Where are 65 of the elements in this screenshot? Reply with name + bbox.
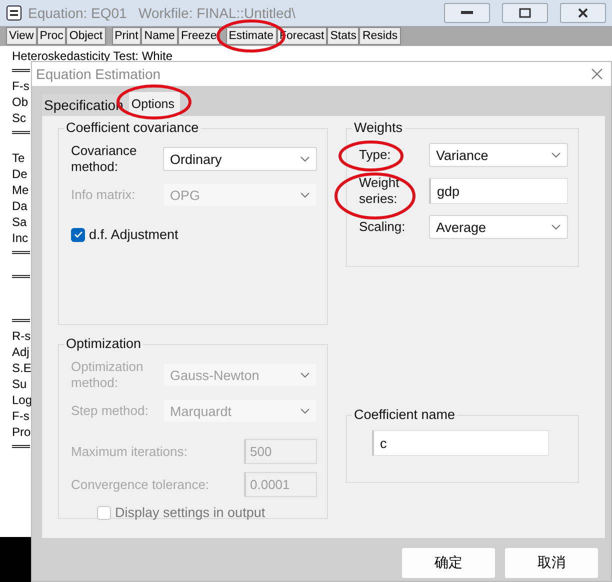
group-title: Coefficient name: [352, 407, 458, 422]
toolbar-button[interactable]: View: [6, 27, 37, 45]
minimize-icon: [461, 11, 473, 15]
dialog-button[interactable]: 确定: [401, 547, 496, 579]
close-icon: [577, 7, 589, 19]
output-text: Log: [12, 392, 32, 408]
chevron-icon: [551, 152, 561, 158]
output-text: R-s: [12, 328, 31, 344]
toolbar-button[interactable]: Freeze: [178, 27, 220, 45]
dropdown[interactable]: Average: [429, 215, 568, 239]
toolbar-button[interactable]: Print: [112, 27, 142, 45]
output-text: Da: [12, 198, 28, 214]
chevron-icon: [300, 372, 310, 378]
output-text: Te: [12, 150, 25, 166]
output-text: De: [12, 166, 28, 182]
tab[interactable]: Options: [129, 92, 180, 116]
field-label: Covariance method:: [71, 143, 138, 175]
toolbar-button[interactable]: Estimate: [226, 27, 277, 45]
toolbar-button[interactable]: Stats: [327, 27, 360, 45]
field-label: Type:: [359, 147, 392, 163]
toolbar-button[interactable]: Resids: [359, 27, 401, 45]
toolbar-button[interactable]: Proc: [36, 27, 66, 45]
field-label: Scaling:: [359, 219, 406, 235]
output-text: S.E: [12, 360, 32, 376]
output-text: Ob: [12, 94, 28, 110]
output-text: Heteroskedasticity Test: White: [12, 48, 173, 64]
output-text: Inc: [12, 230, 28, 246]
output-text: Su: [12, 376, 27, 392]
chevron-icon: [551, 224, 561, 230]
field-label: Convergence tolerance:: [71, 476, 210, 492]
field-label: Maximum iterations:: [71, 444, 188, 460]
field-label: Info matrix:: [71, 187, 136, 203]
close-button[interactable]: [560, 3, 606, 23]
output-text: F-s: [12, 78, 30, 94]
field-label: Optimization method:: [71, 359, 144, 391]
window-title: Equation: EQ01 Workfile: FINAL::Untitled\: [28, 5, 296, 21]
output-text: F-s: [12, 408, 30, 424]
dialog-button[interactable]: 取消: [504, 547, 599, 579]
output-text: Pro: [12, 424, 31, 440]
maximize-icon: [519, 8, 531, 18]
toolbar-button[interactable]: Object: [66, 27, 106, 45]
field-label: Weight series:: [359, 175, 400, 207]
output-text: Sc: [12, 110, 26, 126]
field-label: Step method:: [71, 403, 150, 419]
minimize-button[interactable]: [444, 3, 490, 23]
output-text: Sa: [12, 214, 27, 230]
dropdown[interactable]: Ordinary: [163, 147, 317, 171]
chevron-icon: [300, 192, 310, 198]
dialog-title: Equation Estimation: [36, 66, 162, 82]
group-title: Optimization: [64, 336, 144, 351]
checkbox[interactable]: d.f. Adjustment: [71, 227, 178, 242]
weight-series-field[interactable]: gdp: [429, 178, 568, 204]
output-text: Adj: [12, 344, 30, 360]
group-title: Weights: [352, 120, 405, 135]
close-icon[interactable]: [591, 68, 603, 80]
coefficient-name-field[interactable]: c: [372, 430, 549, 456]
maximize-button[interactable]: [502, 3, 548, 23]
window-menu-icon[interactable]: [6, 5, 22, 21]
toolbar-button[interactable]: Name: [141, 27, 178, 45]
chevron-icon: [300, 408, 310, 414]
group-title: Coefficient covariance: [64, 120, 201, 135]
output-text: Me: [12, 182, 29, 198]
dropdown[interactable]: Variance: [429, 143, 568, 167]
checkmark-icon: [74, 231, 82, 238]
chevron-icon: [300, 156, 310, 162]
